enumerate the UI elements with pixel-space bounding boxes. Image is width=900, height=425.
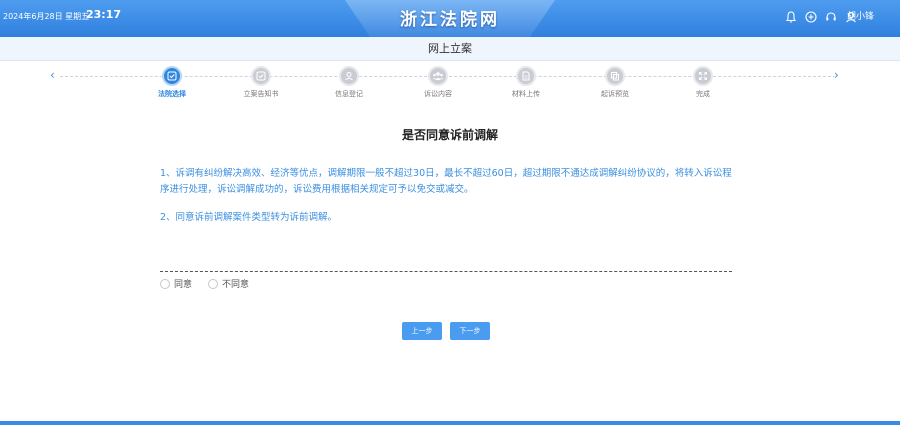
divider <box>160 271 732 272</box>
step-label: 起诉预览 <box>601 90 629 98</box>
next-step-button[interactable]: 下一步 <box>450 322 490 340</box>
person-icon <box>339 66 359 86</box>
step-court-select[interactable]: 法院选择 <box>137 66 207 99</box>
copy-icon <box>605 66 625 86</box>
bell-icon[interactable] <box>784 9 798 23</box>
step-material-upload[interactable]: 材料上传 <box>491 66 561 99</box>
agree-option[interactable]: 同意 <box>160 277 192 290</box>
section-title: 是否同意诉前调解 <box>401 128 498 142</box>
step-label: 信息登记 <box>335 90 363 98</box>
step-info-register[interactable]: 信息登记 <box>314 66 384 99</box>
agree-radio[interactable] <box>160 278 170 289</box>
step-label: 诉讼内容 <box>424 90 452 98</box>
step-litigation-content[interactable]: 诉讼内容 <box>403 66 473 99</box>
step-label: 完成 <box>696 90 710 98</box>
headset-icon[interactable] <box>824 9 838 23</box>
step-label: 立案告知书 <box>243 90 279 98</box>
title-banner <box>345 0 555 37</box>
header-time: 23:17 <box>86 8 122 21</box>
check-icon <box>162 66 182 86</box>
prev-step-button[interactable]: 上一步 <box>402 322 442 340</box>
mediation-note-2: 2、同意诉前调解案件类型转为诉前调解。 <box>160 212 338 223</box>
chevron-left-icon[interactable]: ‹ <box>50 68 55 82</box>
document-icon <box>516 66 536 86</box>
bottom-bar <box>0 421 900 425</box>
header-date: 2024年6月28日 星期五 <box>3 12 90 21</box>
group-icon <box>428 66 448 86</box>
agree-label: 同意 <box>174 280 193 290</box>
step-notice[interactable]: 立案告知书 <box>226 66 296 99</box>
step-complete[interactable]: 完成 <box>668 66 738 99</box>
user-name[interactable]: 胡小锋 <box>847 9 874 22</box>
step-label: 法院选择 <box>158 90 186 98</box>
step-preview[interactable]: 起诉预览 <box>580 66 650 99</box>
disagree-radio[interactable] <box>208 278 218 289</box>
page-title-bar: 网上立案 <box>0 37 900 61</box>
top-header: 2024年6月28日 星期五 23:17 浙江法院网 胡小锋 <box>0 0 900 37</box>
chevron-right-icon[interactable]: › <box>834 68 839 82</box>
mediation-note-1: 1、诉调有纠纷解决高效、经济等优点，调解期限一般不超过30日，最长不超过60日，… <box>160 168 732 195</box>
expand-icon <box>693 66 713 86</box>
check-icon <box>251 66 271 86</box>
disagree-label: 不同意 <box>222 280 250 290</box>
step-label: 材料上传 <box>512 90 540 98</box>
page-title: 网上立案 <box>428 42 472 55</box>
disagree-option[interactable]: 不同意 <box>208 277 249 290</box>
plus-circle-icon[interactable] <box>804 9 818 23</box>
